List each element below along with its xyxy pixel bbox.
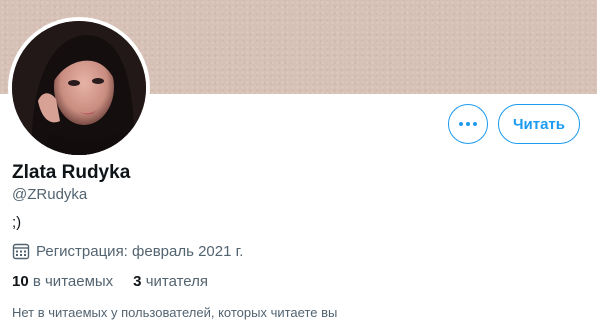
more-options-button[interactable] <box>448 104 488 144</box>
profile-handle: @ZRudyka <box>12 186 88 203</box>
profile-avatar[interactable] <box>8 17 150 159</box>
followers-you-know-note: Нет в читаемых у пользователей, которых … <box>12 305 338 320</box>
followers-label: читателя <box>145 273 209 290</box>
followers-count: 3 <box>133 273 142 290</box>
profile-stats: 10 в читаемых 3 читателя <box>12 273 208 290</box>
following-link[interactable]: 10 в читаемых <box>12 273 113 290</box>
following-label: в читаемых <box>32 273 114 290</box>
calendar-icon <box>12 243 30 260</box>
more-horizontal-icon <box>459 122 477 126</box>
following-count: 10 <box>12 273 29 290</box>
follow-button[interactable]: Читать <box>498 104 580 144</box>
join-date: Регистрация: февраль 2021 г. <box>12 242 243 260</box>
avatar-photo <box>12 21 146 155</box>
avatar-portrait-icon <box>12 21 146 155</box>
join-date-text: Регистрация: февраль 2021 г. <box>36 242 244 260</box>
profile-bio: ;) <box>12 214 22 231</box>
followers-link[interactable]: 3 читателя <box>133 273 208 290</box>
profile-name: Zlata Rudyka <box>12 162 131 183</box>
